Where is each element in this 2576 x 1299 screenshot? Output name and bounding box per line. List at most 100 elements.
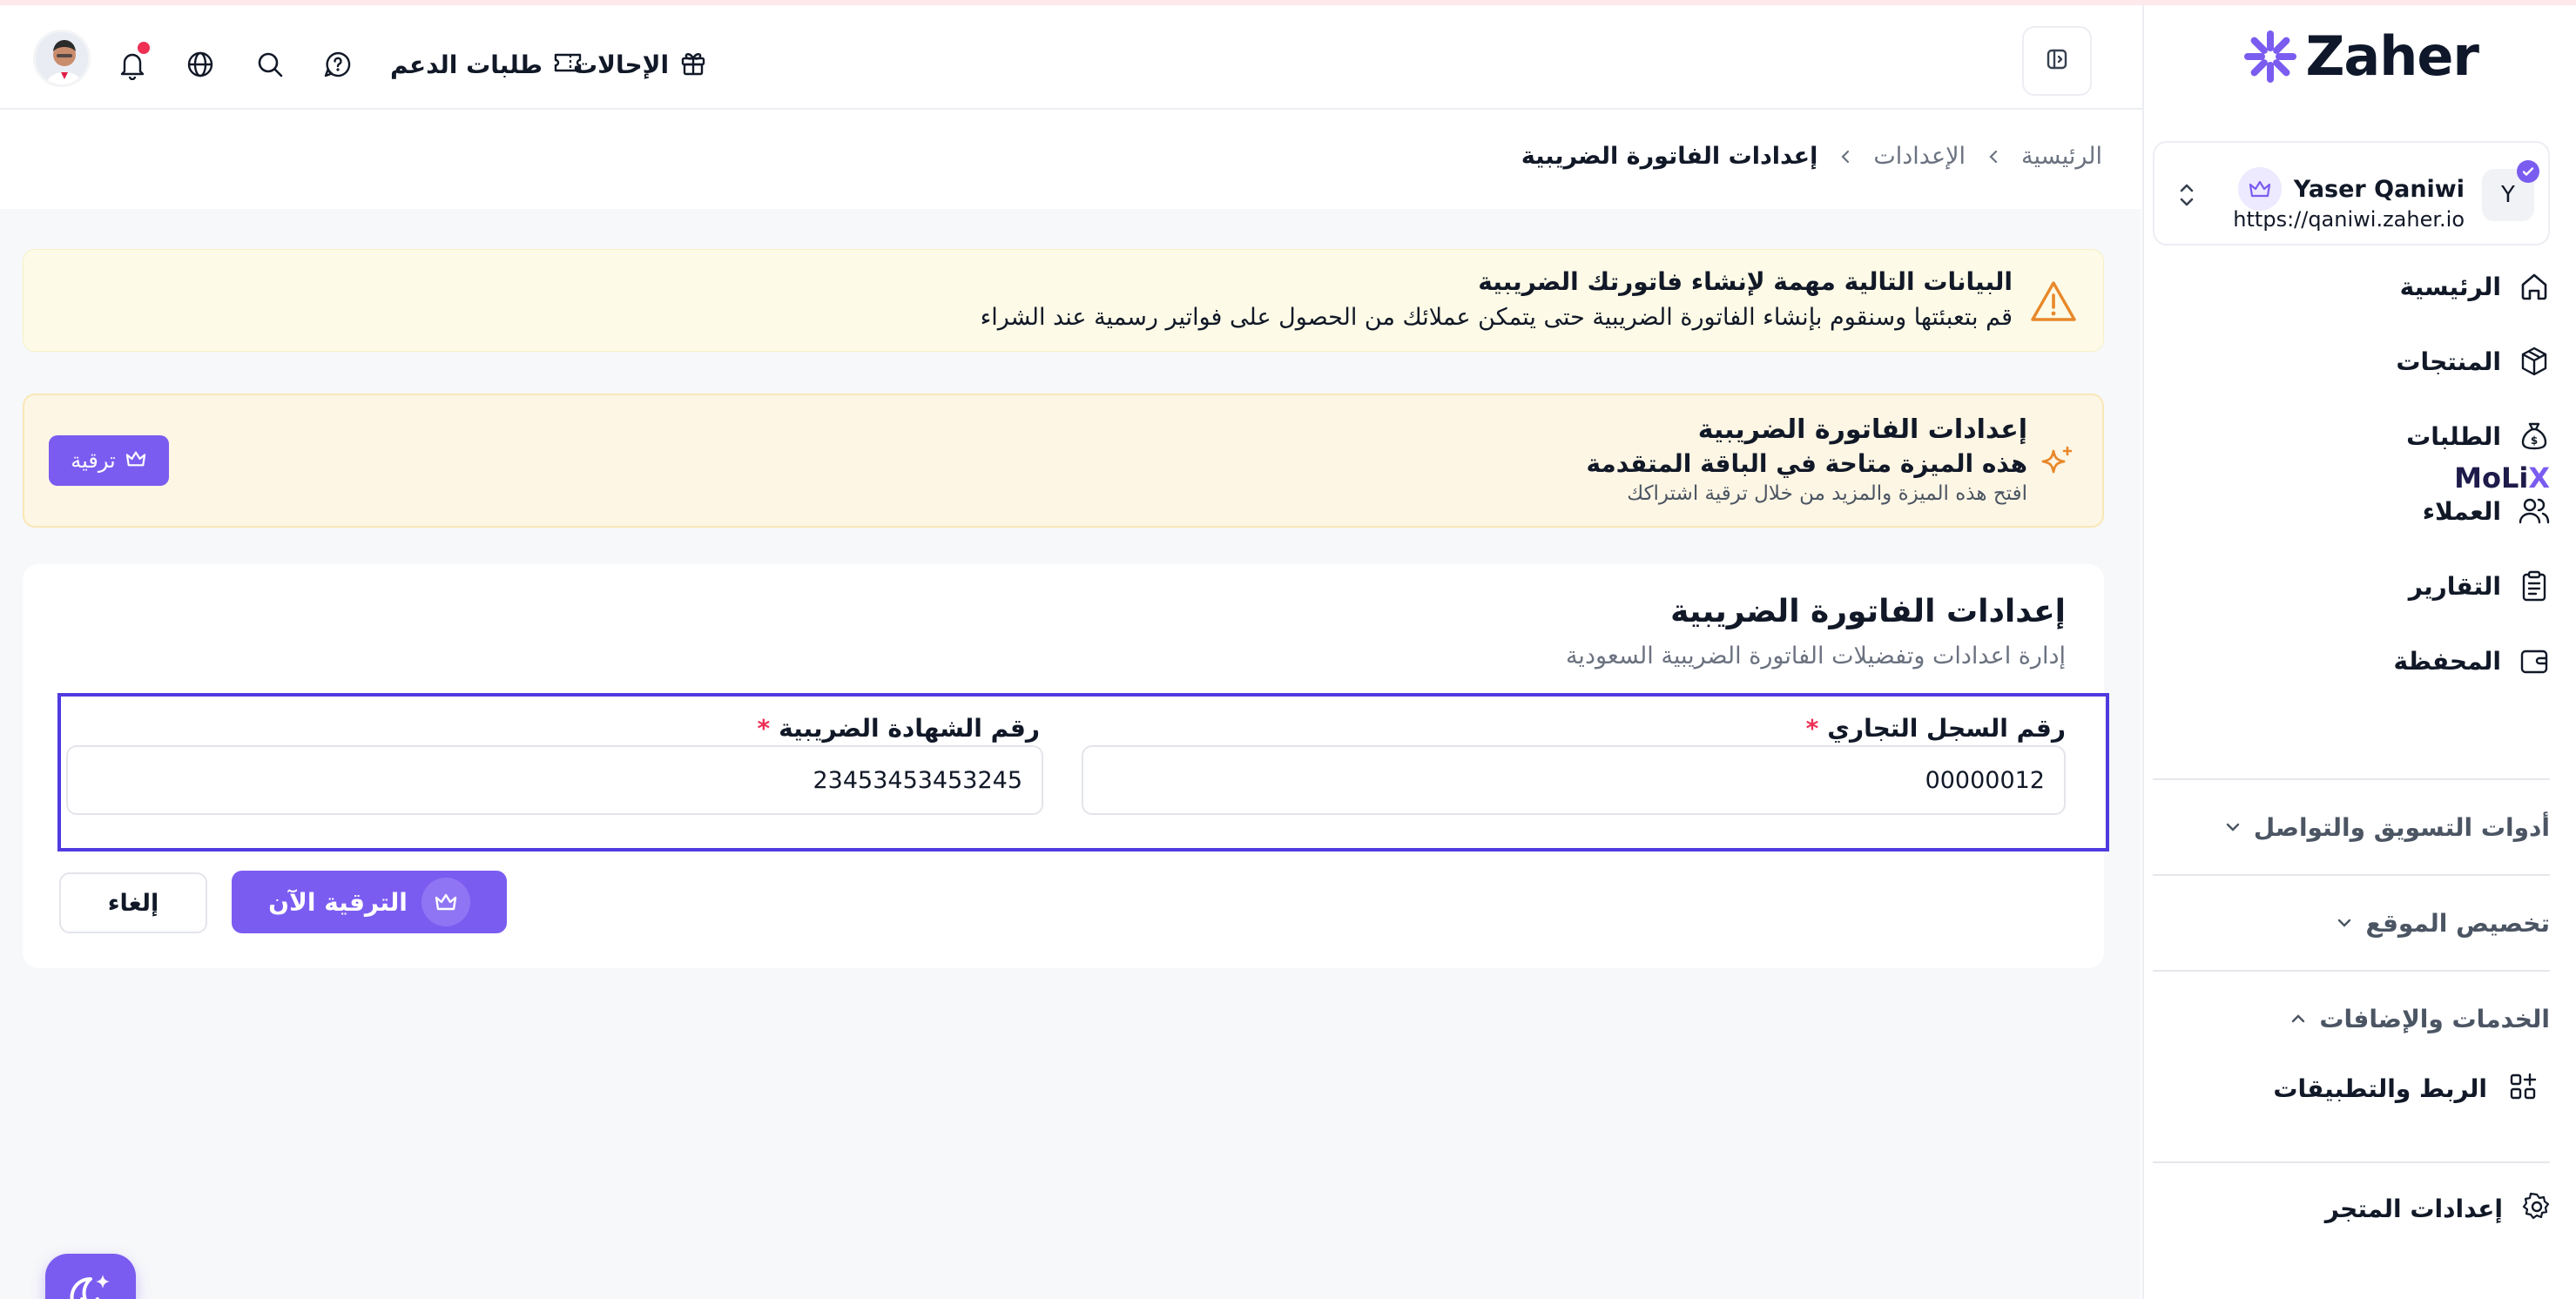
avatar[interactable] bbox=[33, 30, 91, 87]
molix-logo-text: MoLi bbox=[2454, 461, 2529, 495]
upgrade-now-button[interactable]: الترقية الآن bbox=[232, 871, 507, 933]
sidebar-item-integrations[interactable]: الربط والتطبيقات bbox=[2273, 1062, 2538, 1114]
referrals-link[interactable]: الإحالات bbox=[573, 40, 707, 89]
required-mark: * bbox=[1805, 714, 1819, 743]
search-icon[interactable] bbox=[247, 42, 293, 87]
crown-icon bbox=[125, 449, 147, 472]
sidebar-item-orders[interactable]: $ الطلبات bbox=[2406, 407, 2552, 465]
zaher-logo-icon bbox=[2244, 30, 2297, 83]
upgrade-banner-hint: افتح هذه الميزة والمزيد من خلال ترقية اش… bbox=[1627, 482, 2027, 505]
tax-invoice-form-card: إعدادات الفاتورة الضريبية إدارة اعدادات … bbox=[23, 564, 2109, 968]
chevron-left-icon bbox=[1985, 148, 2002, 165]
sidebar-item-label: الرئيسية bbox=[2399, 272, 2501, 301]
sidebar-divider bbox=[2153, 970, 2550, 972]
chevron-left-icon bbox=[1837, 148, 1854, 165]
section-label: الخدمات والإضافات bbox=[2319, 1004, 2550, 1033]
upgrade-banner-subtitle: هذه الميزة متاحة في الباقة المتقدمة bbox=[1586, 449, 2027, 478]
referrals-label: الإحالات bbox=[573, 50, 670, 79]
store-initial: Y bbox=[2501, 182, 2515, 208]
upgrade-button[interactable]: ترقية bbox=[49, 435, 169, 486]
crown-icon bbox=[421, 878, 470, 926]
sidebar-item-store-settings[interactable]: إعدادات المتجر bbox=[2325, 1182, 2552, 1235]
sidebar-toggle-icon bbox=[2045, 47, 2069, 75]
main-content: الرئيسية الإعدادات إعدادات الفاتورة الضر… bbox=[0, 111, 2141, 1299]
sidebar: Zaher Y Yaser Qaniwi https://qaniwi.zahe… bbox=[2142, 5, 2576, 1299]
wallet-icon bbox=[2517, 643, 2552, 678]
cancel-button[interactable]: إلغاء bbox=[59, 872, 207, 933]
tax-certificate-label: رقم الشهادة الضريبية * bbox=[757, 714, 1040, 743]
chevron-down-icon bbox=[2334, 912, 2355, 933]
molix-logo[interactable]: MoLiX bbox=[2454, 461, 2550, 495]
box-icon bbox=[2517, 344, 2552, 379]
tax-certificate-input[interactable]: 23453453453245 bbox=[66, 745, 1043, 815]
apps-icon bbox=[2508, 1072, 2538, 1105]
alert-title: البيانات التالية مهمة لإنشاء فاتورتك الض… bbox=[1478, 267, 2013, 296]
ticket-icon bbox=[553, 50, 583, 79]
upgrade-banner-title: إعدادات الفاتورة الضريبية bbox=[1697, 414, 2027, 445]
bell-icon[interactable] bbox=[110, 42, 155, 87]
form-title: إعدادات الفاتورة الضريبية bbox=[1670, 594, 2066, 629]
crown-icon bbox=[2237, 167, 2282, 211]
chevron-up-down-icon[interactable] bbox=[2174, 178, 2200, 212]
ai-chat-button[interactable] bbox=[45, 1254, 136, 1299]
cancel-label: إلغاء bbox=[107, 889, 159, 917]
store-name-row: Yaser Qaniwi bbox=[2237, 167, 2465, 211]
sidebar-divider bbox=[2153, 778, 2550, 780]
warning-icon bbox=[2030, 279, 2077, 323]
required-mark: * bbox=[757, 714, 771, 743]
sidebar-item-label: المنتجات bbox=[2396, 347, 2501, 376]
breadcrumb-home[interactable]: الرئيسية bbox=[2021, 143, 2102, 170]
sidebar-item-home[interactable]: الرئيسية bbox=[2400, 258, 2552, 315]
home-icon bbox=[2517, 269, 2552, 304]
store-switcher[interactable]: Y Yaser Qaniwi https://qaniwi.zaher.io bbox=[2153, 141, 2550, 246]
sidebar-divider bbox=[2153, 874, 2550, 876]
commercial-register-label: رقم السجل التجاري * bbox=[1806, 714, 2066, 743]
sidebar-item-reports[interactable]: التقارير bbox=[2409, 557, 2552, 615]
sidebar-item-label: المحفظة bbox=[2393, 646, 2501, 676]
sidebar-item-label: إعدادات المتجر bbox=[2324, 1194, 2503, 1223]
help-chat-icon[interactable] bbox=[315, 42, 361, 87]
support-tickets-label: طلبات الدعم bbox=[390, 50, 543, 79]
upgrade-now-label: الترقية الآن bbox=[268, 887, 408, 917]
sidebar-item-label: الطلبات bbox=[2406, 421, 2501, 451]
breadcrumb: الرئيسية الإعدادات إعدادات الفاتورة الضر… bbox=[1521, 143, 2102, 170]
brand-name: Zaher bbox=[2305, 24, 2479, 88]
globe-icon[interactable] bbox=[178, 42, 223, 87]
verified-badge-icon bbox=[2517, 160, 2539, 183]
molix-logo-accent: X bbox=[2528, 461, 2550, 495]
sidebar-toggle-button[interactable] bbox=[2022, 26, 2092, 96]
brand-logo[interactable]: Zaher bbox=[2242, 24, 2479, 88]
sidebar-section-marketing[interactable]: أدوات التسويق والتواصل bbox=[2222, 801, 2550, 853]
svg-text:$: $ bbox=[2531, 434, 2538, 447]
commercial-register-label-text: رقم السجل التجاري bbox=[1827, 714, 2066, 743]
breadcrumb-bar: الرئيسية الإعدادات إعدادات الفاتورة الضر… bbox=[0, 111, 2141, 209]
chevron-down-icon bbox=[2222, 817, 2243, 838]
sparkle-icon bbox=[2038, 444, 2076, 482]
info-alert: البيانات التالية مهمة لإنشاء فاتورتك الض… bbox=[23, 249, 2104, 352]
sidebar-item-wallet[interactable]: المحفظة bbox=[2394, 632, 2552, 690]
sidebar-section-services[interactable]: الخدمات والإضافات bbox=[2288, 993, 2550, 1045]
section-label: أدوات التسويق والتواصل bbox=[2253, 812, 2550, 842]
breadcrumb-settings[interactable]: الإعدادات bbox=[1873, 143, 1966, 170]
support-tickets-link[interactable]: طلبات الدعم bbox=[390, 40, 583, 89]
store-url: https://qaniwi.zaher.io bbox=[2233, 207, 2465, 232]
notification-dot bbox=[138, 42, 150, 54]
section-label: تخصيص الموقع bbox=[2365, 908, 2550, 938]
tax-certificate-label-text: رقم الشهادة الضريبية bbox=[779, 714, 1040, 743]
sidebar-section-customization[interactable]: تخصيص الموقع bbox=[2334, 897, 2550, 949]
ai-chat-icon bbox=[64, 1271, 117, 1299]
sidebar-item-label: الربط والتطبيقات bbox=[2273, 1074, 2487, 1103]
gear-icon bbox=[2522, 1192, 2552, 1225]
sidebar-item-products[interactable]: المنتجات bbox=[2396, 333, 2552, 390]
gift-icon bbox=[679, 49, 707, 80]
sidebar-item-label: العملاء bbox=[2422, 496, 2501, 526]
money-bag-icon: $ bbox=[2517, 419, 2552, 454]
alert-description: قم بتعبئتها وسنقوم بإنشاء الفاتورة الضري… bbox=[980, 304, 2013, 331]
clipboard-icon bbox=[2517, 569, 2552, 603]
upgrade-button-label: ترقية bbox=[71, 448, 116, 473]
users-icon bbox=[2517, 494, 2552, 528]
form-subtitle: إدارة اعدادات وتفضيلات الفاتورة الضريبية… bbox=[1565, 643, 2066, 670]
commercial-register-input[interactable]: 00000012 bbox=[1082, 745, 2066, 815]
breadcrumb-current: إعدادات الفاتورة الضريبية bbox=[1521, 143, 1818, 170]
store-name: Yaser Qaniwi bbox=[2293, 175, 2465, 203]
